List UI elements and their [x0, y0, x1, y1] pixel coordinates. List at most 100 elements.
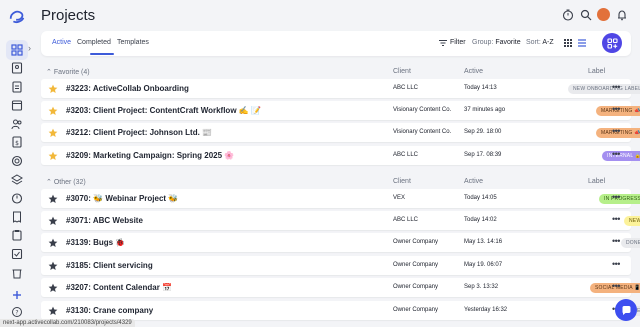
group-title[interactable]: ⌃ Favorite (4) — [46, 68, 90, 76]
tab-completed[interactable]: Completed — [77, 39, 111, 46]
project-row[interactable]: #3130: Crane company Owner Company Yesterd… — [41, 301, 640, 320]
avatar[interactable] — [597, 8, 610, 21]
chevron-up-icon[interactable]: ⌃ — [46, 69, 52, 76]
more-options-icon[interactable]: ••• — [612, 149, 620, 159]
more-options-icon[interactable]: ••• — [612, 192, 620, 202]
project-name[interactable]: #3203: Client Project: ContentCraft Work… — [66, 106, 261, 115]
column-active[interactable]: Active — [464, 178, 483, 185]
more-options-icon[interactable]: ••• — [612, 236, 620, 246]
bell-icon[interactable] — [615, 8, 629, 22]
new-project-button[interactable] — [602, 33, 622, 53]
project-row[interactable]: #3139: Bugs 🐞 Owner Company May 13. 14:16 D… — [41, 233, 640, 252]
project-row[interactable]: #3212: Client Project: Johnson Ltd. 📰 Vis… — [41, 123, 640, 142]
star-icon[interactable] — [48, 306, 58, 316]
project-row[interactable]: #3185: Client servicing Owner Company May … — [41, 256, 631, 275]
grid-icon[interactable] — [6, 40, 28, 60]
tab-templates[interactable]: Templates — [117, 39, 149, 46]
search-icon[interactable] — [579, 8, 593, 22]
group-header-other: ⌃ Other (32) Client Active Label — [41, 176, 631, 188]
column-client[interactable]: Client — [393, 68, 411, 75]
users-icon[interactable] — [9, 116, 25, 132]
sort-select[interactable]: Sort: A-Z — [526, 39, 554, 46]
project-last-active: May 13. 14:16 — [464, 239, 503, 245]
active-tab-indicator — [90, 53, 114, 55]
column-label[interactable]: Label — [588, 178, 605, 185]
star-icon[interactable] — [48, 238, 58, 248]
group-by-select[interactable]: Group: Favorite — [472, 39, 521, 46]
more-options-icon[interactable]: ••• — [612, 82, 620, 92]
project-client: Visionary Content Co. — [393, 129, 452, 135]
project-row[interactable]: #3071: ABC Website ABC LLC Today 14:02 NEW •… — [41, 211, 640, 230]
apps-icon — [606, 37, 618, 49]
svg-text:?: ? — [15, 310, 18, 317]
star-icon[interactable] — [48, 106, 58, 116]
target-icon[interactable] — [9, 153, 25, 169]
list-view-icon[interactable] — [577, 38, 587, 48]
help-icon[interactable]: ? — [9, 304, 25, 320]
checklist-icon[interactable] — [9, 246, 25, 262]
project-last-active: Today 14:13 — [464, 85, 497, 91]
column-label[interactable]: Label — [588, 68, 605, 75]
chevron-right-icon[interactable]: › — [28, 43, 31, 53]
project-client: VEX — [393, 195, 406, 201]
filter-icon[interactable] — [438, 38, 448, 48]
project-name[interactable]: #3070: 🐝 Webinar Project 🐝 — [66, 194, 178, 203]
column-client[interactable]: Client — [393, 178, 411, 185]
star-icon[interactable] — [48, 194, 58, 204]
group-title[interactable]: ⌃ Other (32) — [46, 178, 86, 186]
group-header-favorite: ⌃ Favorite (4) Client Active Label — [41, 66, 631, 78]
project-client: ABC LLC — [393, 85, 419, 91]
tab-active[interactable]: Active — [52, 39, 71, 46]
project-row[interactable]: #3223: ActiveCollab Onboarding ABC LLC Tod… — [41, 79, 640, 98]
more-options-icon[interactable]: ••• — [612, 126, 620, 136]
star-icon[interactable] — [48, 128, 58, 138]
star-icon[interactable] — [48, 84, 58, 94]
star-icon[interactable] — [48, 216, 58, 226]
project-last-active: Sep 17. 08:39 — [464, 152, 502, 158]
star-icon[interactable] — [48, 283, 58, 293]
project-name[interactable]: #3185: Client servicing — [66, 261, 153, 270]
add-icon[interactable] — [9, 287, 25, 303]
label-badge[interactable]: DONE — [621, 238, 640, 248]
timer-icon[interactable] — [9, 190, 25, 206]
project-row[interactable]: #3070: 🐝 Webinar Project 🐝 VEX Today 14:05… — [41, 189, 640, 208]
project-name[interactable]: #3209: Marketing Campaign: Spring 2025 🌸 — [66, 151, 234, 160]
label-badge[interactable]: INTERNAL 🔒 — [602, 151, 640, 161]
project-client: Owner Company — [393, 262, 439, 268]
project-row[interactable]: #3207: Content Calendar 📅 Owner Company Se… — [41, 278, 640, 297]
project-name[interactable]: #3139: Bugs 🐞 — [66, 238, 125, 247]
column-active[interactable]: Active — [464, 68, 483, 75]
label-badge[interactable]: NEW ONBOARDING LABEL — [568, 84, 640, 94]
status-url: next-app.activecollab.com/210083/project… — [0, 319, 135, 327]
label-badge[interactable]: NEW — [624, 216, 640, 226]
more-options-icon[interactable]: ••• — [612, 281, 620, 291]
project-last-active: Today 14:02 — [464, 217, 497, 223]
more-options-icon[interactable]: ••• — [612, 214, 620, 224]
grid-view-icon[interactable] — [563, 38, 573, 48]
project-name[interactable]: #3212: Client Project: Johnson Ltd. 📰 — [66, 128, 212, 137]
trash-icon[interactable] — [9, 265, 25, 281]
app-logo-icon[interactable] — [8, 7, 26, 25]
project-name[interactable]: #3223: ActiveCollab Onboarding — [66, 84, 189, 93]
project-name[interactable]: #3207: Content Calendar 📅 — [66, 283, 172, 292]
project-row[interactable]: #3203: Client Project: ContentCraft Work… — [41, 101, 640, 120]
timer-icon[interactable] — [561, 8, 575, 22]
filter-button[interactable]: Filter — [450, 39, 466, 46]
project-row[interactable]: #3209: Marketing Campaign: Spring 2025 🌸… — [41, 146, 640, 165]
star-icon[interactable] — [48, 151, 58, 161]
clipboard-icon[interactable] — [9, 227, 25, 243]
invoice-icon[interactable]: $ — [9, 134, 25, 150]
project-name[interactable]: #3071: ABC Website — [66, 216, 143, 225]
more-options-icon[interactable]: ••• — [612, 259, 620, 269]
chat-button[interactable] — [615, 299, 637, 321]
document-icon[interactable] — [9, 79, 25, 95]
project-client: Owner Company — [393, 307, 439, 313]
project-name[interactable]: #3130: Crane company — [66, 306, 153, 315]
receipt-icon[interactable] — [9, 209, 25, 225]
contacts-icon[interactable] — [9, 60, 25, 76]
chevron-up-icon[interactable]: ⌃ — [46, 179, 52, 186]
more-options-icon[interactable]: ••• — [612, 104, 620, 114]
star-icon[interactable] — [48, 261, 58, 271]
calendar-icon[interactable] — [9, 97, 25, 113]
layers-icon[interactable] — [9, 172, 25, 188]
